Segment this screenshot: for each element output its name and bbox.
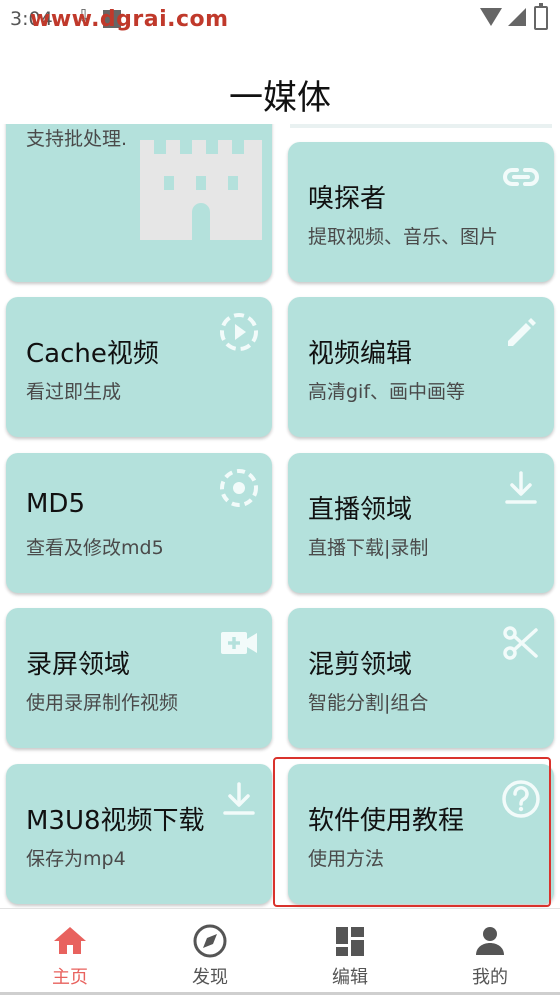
play-circle-icon	[218, 311, 260, 353]
feature-card-video-edit[interactable]: 视频编辑 高清gif、画中画等	[288, 297, 554, 437]
target-icon	[218, 467, 260, 509]
bottom-nav: 主页 发现 编辑 我的	[0, 908, 560, 996]
nav-item-home[interactable]: 主页	[0, 909, 140, 996]
feature-card-sniffer[interactable]: 嗅探者 提取视频、音乐、图片	[288, 142, 554, 282]
card-subtitle: 智能分割|组合	[308, 692, 429, 714]
watermark-text: www.dgrai.com	[30, 7, 229, 32]
feature-card-live-stream[interactable]: 直播领域 直播下载|录制	[288, 453, 554, 593]
card-subtitle: 直播下载|录制	[308, 537, 429, 559]
card-subtitle: 高清gif、画中画等	[308, 381, 466, 403]
download-icon	[500, 467, 542, 509]
nav-item-discover[interactable]: 发现	[140, 909, 280, 996]
feature-card-mix-cut[interactable]: 混剪领域 智能分割|组合	[288, 608, 554, 748]
cell-signal-icon	[508, 8, 526, 26]
feature-card-hidden-edge	[290, 124, 552, 128]
nav-label: 发现	[192, 967, 228, 988]
card-title: MD5	[26, 489, 85, 519]
card-title: 直播领域	[308, 495, 413, 525]
wifi-icon	[480, 8, 502, 26]
scissors-icon	[500, 622, 542, 664]
pencil-icon	[500, 311, 542, 353]
feature-card-screen-record[interactable]: 录屏领域 使用录屏制作视频	[6, 608, 272, 748]
home-icon	[50, 921, 90, 961]
nav-label: 编辑	[332, 967, 368, 988]
highlight-box	[273, 757, 551, 907]
castle-icon	[140, 140, 262, 240]
card-subtitle: 使用录屏制作视频	[26, 692, 179, 714]
card-title: 视频编辑	[308, 339, 413, 369]
feature-card-cache-video[interactable]: Cache视频 看过即生成	[6, 297, 272, 437]
card-subtitle: 查看及修改md5	[26, 537, 164, 559]
page-title: 一媒体	[229, 78, 331, 118]
video-add-icon	[218, 622, 260, 664]
card-title: 嗅探者	[308, 184, 387, 214]
nav-item-edit[interactable]: 编辑	[280, 909, 420, 996]
feature-card-m3u8-download[interactable]: M3U8视频下载 保存为mp4	[6, 764, 272, 904]
person-icon	[470, 921, 510, 961]
nav-label: 主页	[52, 967, 88, 988]
card-subtitle: 看过即生成	[26, 381, 122, 403]
battery-icon	[534, 3, 548, 30]
grid-icon	[330, 921, 370, 961]
app-header: 一媒体	[0, 60, 560, 124]
card-subtitle: 支持批处理.	[26, 128, 128, 150]
card-title: 混剪领域	[308, 650, 413, 680]
card-subtitle: 保存为mp4	[26, 848, 126, 870]
download-icon	[218, 778, 260, 820]
feature-card-md5[interactable]: MD5 查看及修改md5	[6, 453, 272, 593]
status-bar: 3:04 ⇩ www.dgrai.com	[0, 0, 560, 38]
card-title: Cache视频	[26, 339, 159, 369]
card-title: 录屏领域	[26, 650, 131, 680]
nav-label: 我的	[472, 967, 508, 988]
compass-icon	[190, 921, 230, 961]
card-title: M3U8视频下载	[26, 806, 205, 836]
link-icon	[500, 156, 542, 198]
feature-card-batch[interactable]: 支持批处理.	[6, 124, 272, 282]
nav-item-profile[interactable]: 我的	[420, 909, 560, 996]
card-subtitle: 提取视频、音乐、图片	[308, 226, 499, 248]
